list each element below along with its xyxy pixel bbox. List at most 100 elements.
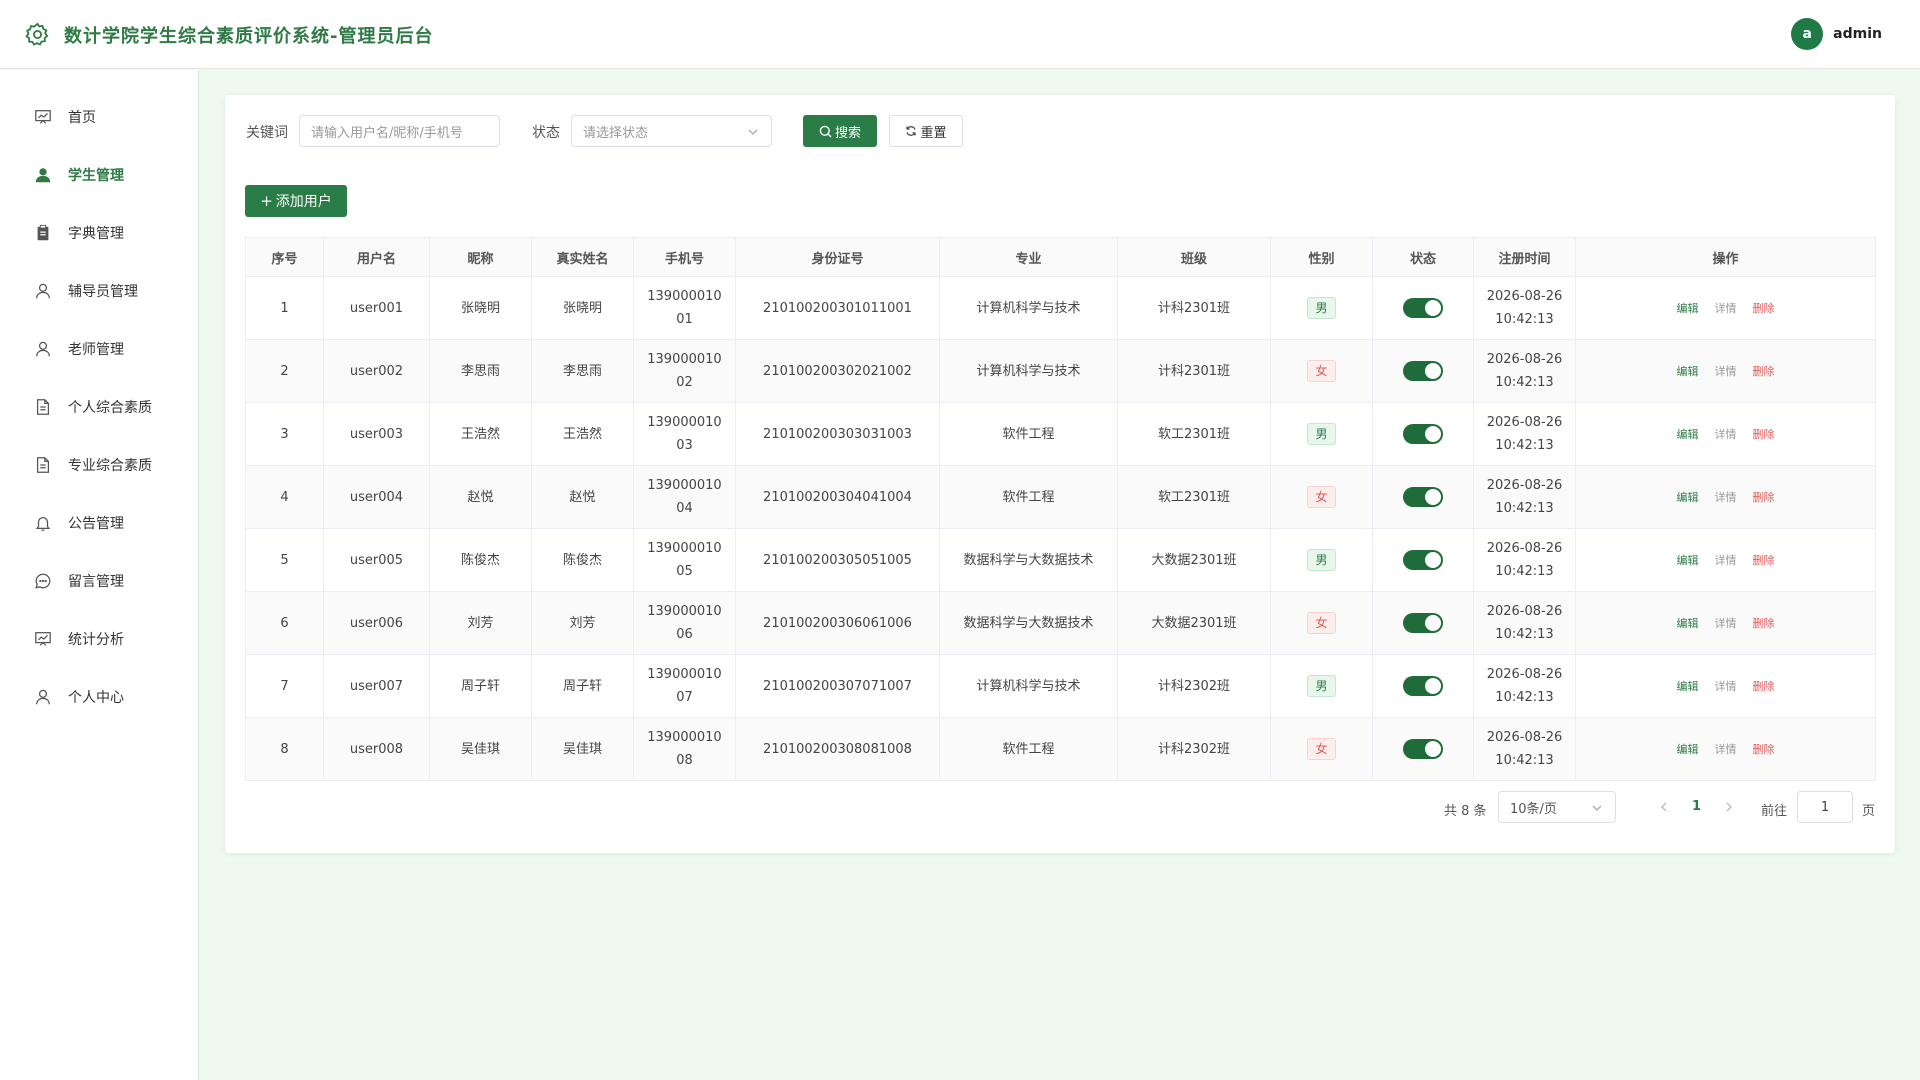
status-toggle[interactable] xyxy=(1403,613,1443,633)
avatar[interactable]: a xyxy=(1791,18,1824,50)
reset-button[interactable]: 重置 xyxy=(889,115,963,147)
phone-line-1: 139000010 xyxy=(647,730,722,745)
detail-link[interactable]: 详情 xyxy=(1715,365,1737,378)
delete-link[interactable]: 删除 xyxy=(1753,680,1775,693)
reset-button-label: 重置 xyxy=(920,125,947,141)
cell-class: 软工2301班 xyxy=(1117,465,1271,529)
sidebar-item-teachers[interactable]: 老师管理 xyxy=(0,327,199,371)
register-time: 10:42:13 xyxy=(1495,753,1554,768)
status-toggle[interactable] xyxy=(1403,298,1443,318)
sidebar-item-dictionary[interactable]: 字典管理 xyxy=(0,211,199,255)
cell-id-card: 210100200301011001 xyxy=(735,276,940,340)
page-size-select[interactable]: 10条/页 xyxy=(1498,791,1616,823)
register-date: 2026-08-26 xyxy=(1486,667,1563,682)
sidebar-item-messages[interactable]: 留言管理 xyxy=(0,559,199,603)
cell-status xyxy=(1372,339,1474,403)
sidebar-item-students[interactable]: 学生管理 xyxy=(0,153,199,197)
user-menu[interactable]: a admin xyxy=(1791,18,1882,50)
cell-id-card: 210100200308081008 xyxy=(735,717,940,781)
status-toggle[interactable] xyxy=(1403,487,1443,507)
edit-link[interactable]: 编辑 xyxy=(1677,428,1699,441)
delete-link[interactable]: 删除 xyxy=(1753,491,1775,504)
cell-class: 大数据2301班 xyxy=(1117,528,1271,592)
phone-line-1: 139000010 xyxy=(647,415,722,430)
detail-link[interactable]: 详情 xyxy=(1715,428,1737,441)
detail-link[interactable]: 详情 xyxy=(1715,554,1737,567)
sidebar-item-counselors[interactable]: 辅导员管理 xyxy=(0,269,199,313)
edit-link[interactable]: 编辑 xyxy=(1677,365,1699,378)
detail-link[interactable]: 详情 xyxy=(1715,743,1737,756)
register-time: 10:42:13 xyxy=(1495,312,1554,327)
phone-line-1: 139000010 xyxy=(647,289,722,304)
edit-link[interactable]: 编辑 xyxy=(1677,491,1699,504)
edit-link[interactable]: 编辑 xyxy=(1677,302,1699,315)
search-button[interactable]: 搜索 xyxy=(803,115,877,147)
cell-nickname: 王浩然 xyxy=(429,402,532,466)
delete-link[interactable]: 删除 xyxy=(1753,302,1775,315)
cell-no: 7 xyxy=(245,654,324,718)
cell-realname: 王浩然 xyxy=(531,402,634,466)
status-toggle[interactable] xyxy=(1403,424,1443,444)
detail-link[interactable]: 详情 xyxy=(1715,302,1737,315)
delete-link[interactable]: 删除 xyxy=(1753,617,1775,630)
delete-link[interactable]: 删除 xyxy=(1753,428,1775,441)
status-select[interactable]: 请选择状态 xyxy=(571,115,772,147)
cell-major: 计算机科学与技术 xyxy=(939,276,1118,340)
toggle-knob xyxy=(1425,300,1441,316)
delete-link[interactable]: 删除 xyxy=(1753,743,1775,756)
cell-realname: 刘芳 xyxy=(531,591,634,655)
table-header-row: 序号 用户名 昵称 真实姓名 手机号 身份证号 专业 班级 性别 状态 注册时间… xyxy=(245,237,1876,277)
cell-nickname: 吴佳琪 xyxy=(429,717,532,781)
edit-link[interactable]: 编辑 xyxy=(1677,554,1699,567)
sidebar-item-major-quality[interactable]: 专业综合素质 xyxy=(0,443,199,487)
detail-link[interactable]: 详情 xyxy=(1715,617,1737,630)
cell-phone: 139000010 04 xyxy=(633,465,736,529)
edit-link[interactable]: 编辑 xyxy=(1677,680,1699,693)
detail-link[interactable]: 详情 xyxy=(1715,491,1737,504)
column-header: 性别 xyxy=(1270,237,1373,277)
column-header: 注册时间 xyxy=(1473,237,1576,277)
cell-actions: 编辑 详情 删除 xyxy=(1575,717,1876,781)
top-header: 数计学院学生综合素质评价系统-管理员后台 a admin xyxy=(0,0,1920,69)
phone-line-2: 04 xyxy=(676,501,693,516)
cell-register-time: 2026-08-26 10:42:13 xyxy=(1473,276,1576,340)
sidebar-item-home[interactable]: 首页 xyxy=(0,95,199,139)
gender-tag: 男 xyxy=(1307,548,1336,571)
status-toggle[interactable] xyxy=(1403,550,1443,570)
cell-class: 计科2301班 xyxy=(1117,339,1271,403)
cell-register-time: 2026-08-26 10:42:13 xyxy=(1473,465,1576,529)
goto-page-input[interactable]: 1 xyxy=(1797,791,1853,823)
cell-gender: 男 xyxy=(1270,654,1373,718)
keyword-label: 关键词 xyxy=(246,125,288,141)
status-toggle[interactable] xyxy=(1403,676,1443,696)
sidebar-item-announcements[interactable]: 公告管理 xyxy=(0,501,199,545)
sidebar-item-statistics[interactable]: 统计分析 xyxy=(0,617,199,661)
sidebar-item-label: 首页 xyxy=(68,110,96,126)
add-user-button[interactable]: + 添加用户 xyxy=(245,185,347,217)
app-title: 数计学院学生综合素质评价系统-管理员后台 xyxy=(64,26,434,47)
next-page-icon[interactable] xyxy=(1724,801,1734,813)
cell-realname: 吴佳琪 xyxy=(531,717,634,781)
search-icon xyxy=(819,125,832,137)
edit-link[interactable]: 编辑 xyxy=(1677,617,1699,630)
toggle-knob xyxy=(1425,489,1441,505)
edit-link[interactable]: 编辑 xyxy=(1677,743,1699,756)
column-header: 真实姓名 xyxy=(531,237,634,277)
phone-line-1: 139000010 xyxy=(647,541,722,556)
column-header: 操作 xyxy=(1575,237,1876,277)
detail-link[interactable]: 详情 xyxy=(1715,680,1737,693)
phone-line-1: 139000010 xyxy=(647,667,722,682)
phone-line-1: 139000010 xyxy=(647,478,722,493)
delete-link[interactable]: 删除 xyxy=(1753,365,1775,378)
status-toggle[interactable] xyxy=(1403,739,1443,759)
current-page[interactable]: 1 xyxy=(1692,799,1701,814)
status-label: 状态 xyxy=(532,125,560,141)
user-name[interactable]: admin xyxy=(1833,26,1882,42)
status-toggle[interactable] xyxy=(1403,361,1443,381)
keyword-search-input[interactable]: 请输入用户名/昵称/手机号 xyxy=(299,115,500,147)
prev-page-icon[interactable] xyxy=(1659,801,1669,813)
sidebar-item-profile[interactable]: 个人中心 xyxy=(0,675,199,719)
cell-realname: 张晓明 xyxy=(531,276,634,340)
delete-link[interactable]: 删除 xyxy=(1753,554,1775,567)
sidebar-item-personal-quality[interactable]: 个人综合素质 xyxy=(0,385,199,429)
